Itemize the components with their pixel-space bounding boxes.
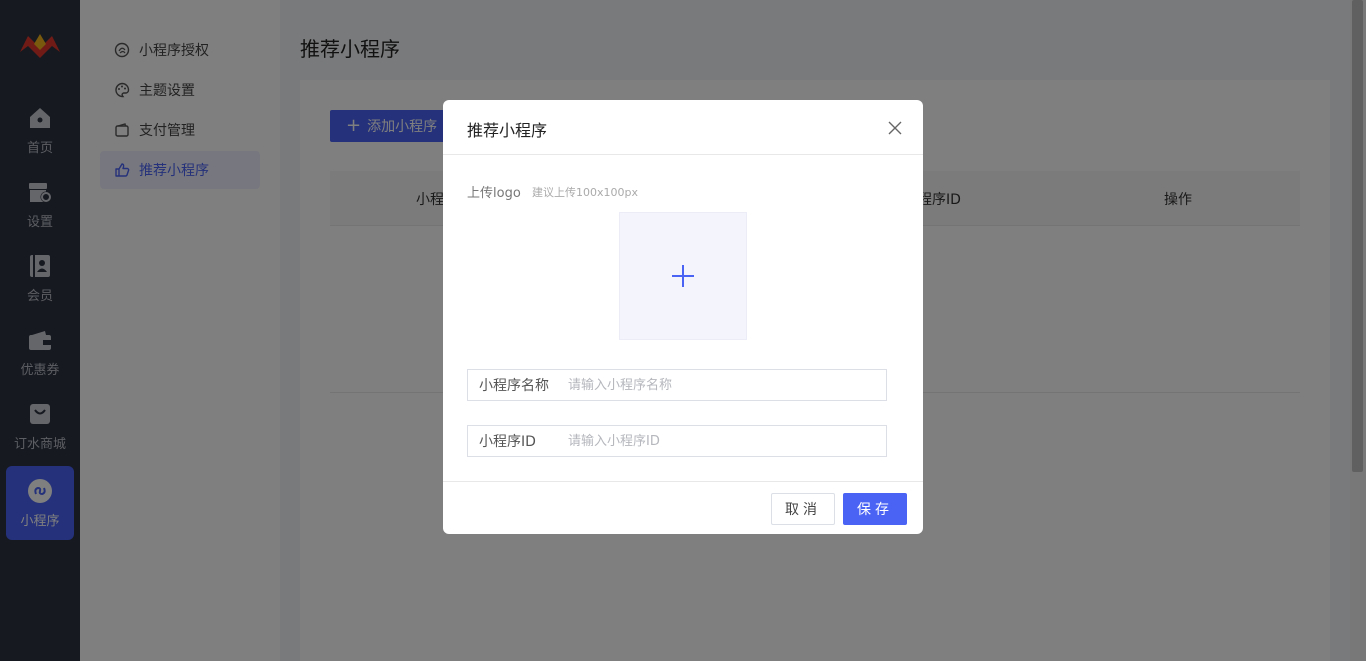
id-field-label: 小程序ID xyxy=(479,434,536,450)
mini-program-id-input[interactable] xyxy=(568,427,878,455)
plus-icon xyxy=(672,265,694,287)
mini-program-name-input[interactable] xyxy=(568,371,878,399)
dialog-title: 推荐小程序 xyxy=(467,121,548,140)
mini-program-id-field: 小程序ID xyxy=(467,425,887,457)
close-icon[interactable] xyxy=(885,118,905,138)
recommend-mini-program-dialog: 推荐小程序 上传logo 建议上传100x100px 小程序名称 小程序ID 取… xyxy=(443,100,923,534)
upload-logo-label: 上传logo xyxy=(467,186,521,201)
name-field-label: 小程序名称 xyxy=(479,378,549,394)
dialog-footer: 取消 保存 xyxy=(443,481,923,534)
upload-logo-hint: 建议上传100x100px xyxy=(532,186,638,199)
mini-program-name-field: 小程序名称 xyxy=(467,369,887,401)
dialog-header: 推荐小程序 xyxy=(443,100,923,155)
cancel-button[interactable]: 取消 xyxy=(771,493,835,525)
save-button[interactable]: 保存 xyxy=(843,493,907,525)
logo-upload-box[interactable] xyxy=(619,212,747,340)
